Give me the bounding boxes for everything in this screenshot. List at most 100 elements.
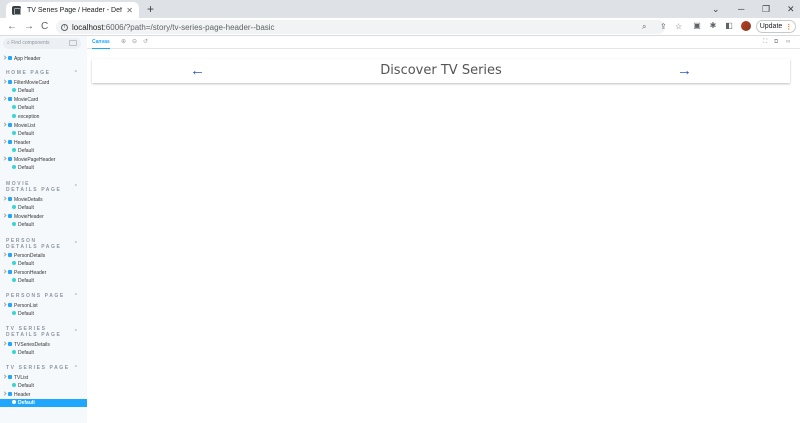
sidebar-item-moviepageheader[interactable]: MoviePageHeader <box>0 156 87 164</box>
side-panel-icon[interactable]: ◧ <box>724 21 734 31</box>
sidebar-item-label: Default <box>18 105 34 111</box>
back-button[interactable]: ← <box>7 20 17 34</box>
address-bar[interactable]: i localhost:6006/?path=/story/tv-series-… <box>56 20 665 34</box>
sidebar-item-personheader[interactable]: PersonHeader <box>0 269 87 277</box>
sidebar-item-persondetails[interactable]: PersonDetails <box>0 252 87 260</box>
fullscreen-icon[interactable]: ⛶ <box>763 39 767 46</box>
open-new-tab-icon[interactable]: ⧉ <box>774 39 778 46</box>
sidebar-story[interactable]: exception <box>0 113 87 121</box>
sidebar-story[interactable]: Default <box>0 164 87 172</box>
sidebar-group-home-page[interactable]: HOME PAGE ⌃ <box>0 68 87 78</box>
sidebar-group-movie-details-page[interactable]: MOVIE DETAILS PAGE ⌃ <box>0 181 87 195</box>
sidebar-story[interactable]: Default <box>0 382 87 390</box>
component-icon <box>8 55 12 60</box>
update-button[interactable]: Update ⋮ <box>756 20 796 33</box>
story-icon <box>12 87 16 92</box>
component-icon <box>8 269 12 274</box>
group-label: HOME PAGE <box>6 70 51 76</box>
search-input[interactable]: ⌕ Find components <box>3 38 81 49</box>
story-icon <box>12 130 16 135</box>
component-icon <box>8 391 12 396</box>
profile-avatar[interactable] <box>741 21 751 31</box>
sidebar-story-selected[interactable]: Default <box>0 399 87 407</box>
minimize-button[interactable]: ─ <box>738 2 744 16</box>
sidebar-story[interactable]: Default <box>0 310 87 318</box>
reload-button[interactable]: C <box>41 20 48 34</box>
sidebar-item-label: Default <box>18 222 34 228</box>
tab-close-icon[interactable]: ✕ <box>126 6 133 15</box>
tab-search-chevron-icon[interactable]: ⌄ <box>712 2 720 16</box>
sidebar-group-tv-series-details-page[interactable]: TV SERIES DETAILS PAGE ⌃ <box>0 326 87 340</box>
sidebar-group-tv-series-page[interactable]: TV SERIES PAGE ⌃ <box>0 363 87 373</box>
extensions-puzzle-icon[interactable]: ✱ <box>708 21 718 31</box>
next-arrow-button[interactable]: → <box>677 62 692 80</box>
sidebar-story[interactable]: Default <box>0 260 87 268</box>
previous-arrow-button[interactable]: ← <box>190 62 205 80</box>
new-tab-button[interactable]: + <box>147 2 154 16</box>
chevron-up-icon: ⌃ <box>73 241 78 247</box>
sidebar-story[interactable]: Default <box>0 130 87 138</box>
sidebar-item-label: MoviePageHeader <box>14 157 56 163</box>
sidebar-story[interactable]: Default <box>0 147 87 155</box>
sidebar-item-label: MovieCard <box>14 97 39 103</box>
sidebar-item-label: MovieHeader <box>14 214 44 220</box>
sidebar-item-moviedetails[interactable]: MovieDetails <box>0 196 87 204</box>
sidebar-story[interactable]: Default <box>0 87 87 95</box>
sidebar-story[interactable]: Default <box>0 277 87 285</box>
chevron-up-icon: ⌃ <box>73 293 78 299</box>
sidebar-story[interactable]: Default <box>0 221 87 229</box>
extension-icon[interactable]: ▣ <box>692 21 702 31</box>
sidebar-story[interactable]: Default <box>0 349 87 357</box>
sidebar-item-tvlist[interactable]: TVList <box>0 374 87 382</box>
sidebar-item-label: TVList <box>14 375 29 381</box>
browser-toolbar: ← → C i localhost:6006/?path=/story/tv-s… <box>0 18 800 36</box>
copy-link-icon[interactable]: ∞ <box>786 39 790 46</box>
zoom-icon[interactable]: ⌕ <box>642 21 646 33</box>
forward-button[interactable]: → <box>24 20 34 34</box>
group-label: TV SERIES DETAILS PAGE <box>6 326 62 338</box>
sidebar-item-label: App Header <box>14 56 41 62</box>
story-icon <box>12 113 16 118</box>
story-icon <box>12 399 16 404</box>
sidebar-group-persons-page[interactable]: PERSONS PAGE ⌃ <box>0 291 87 301</box>
restore-button[interactable]: ❐ <box>762 2 770 16</box>
sidebar-story[interactable]: Default <box>0 204 87 212</box>
tab-canvas[interactable]: Canvas <box>92 36 110 49</box>
sidebar-item-header[interactable]: Header <box>0 391 87 399</box>
sidebar-item-personlist[interactable]: PersonList <box>0 302 87 310</box>
site-info-icon[interactable]: i <box>61 23 68 31</box>
chevron-up-icon: ⌃ <box>73 365 78 371</box>
sidebar-item-label: TVSeriesDetails <box>14 342 50 348</box>
sidebar-item-label: Default <box>18 350 34 356</box>
zoom-in-icon[interactable]: ⊕ <box>121 39 126 46</box>
story-icon <box>12 310 16 315</box>
bookmark-star-icon[interactable]: ☆ <box>675 21 682 33</box>
window-close-button[interactable]: ✕ <box>787 2 795 16</box>
zoom-out-icon[interactable]: ⊖ <box>132 39 137 46</box>
browser-tab[interactable]: TV Series Page / Header - Default ✕ <box>6 2 139 18</box>
sidebar-item-header[interactable]: Header <box>0 139 87 147</box>
zoom-reset-icon[interactable]: ↺ <box>143 39 148 46</box>
group-label: PERSONS PAGE <box>6 293 65 299</box>
sidebar-item-label: Default <box>18 278 34 284</box>
chevron-up-icon: ⌃ <box>73 184 78 190</box>
sidebar-item-label: Header <box>14 392 31 398</box>
sidebar-item-tvseriesdetails[interactable]: TVSeriesDetails <box>0 341 87 349</box>
sidebar-story[interactable]: Default <box>0 104 87 112</box>
sidebar-item-movieheader[interactable]: MovieHeader <box>0 213 87 221</box>
story-icon <box>12 204 16 209</box>
story-icon <box>12 221 16 226</box>
chevron-up-icon: ⌃ <box>73 70 78 76</box>
sidebar-item-movielist[interactable]: MovieList <box>0 122 87 130</box>
story-icon <box>12 260 16 265</box>
menu-dots-icon: ⋮ <box>785 23 793 31</box>
sidebar-item-moviecard[interactable]: MovieCard <box>0 96 87 104</box>
component-icon <box>8 213 12 218</box>
sidebar-item-filtermoviecard[interactable]: FilterMovieCard <box>0 79 87 87</box>
share-icon[interactable]: ⇪ <box>660 21 667 33</box>
sidebar-item-label: Default <box>18 205 34 211</box>
sidebar-group-person-details-page[interactable]: PERSON DETAILS PAGE ⌃ <box>0 238 87 252</box>
chevron-up-icon: ⌃ <box>73 329 78 335</box>
sidebar-item-app-header[interactable]: App Header <box>0 55 87 63</box>
component-icon <box>8 252 12 257</box>
